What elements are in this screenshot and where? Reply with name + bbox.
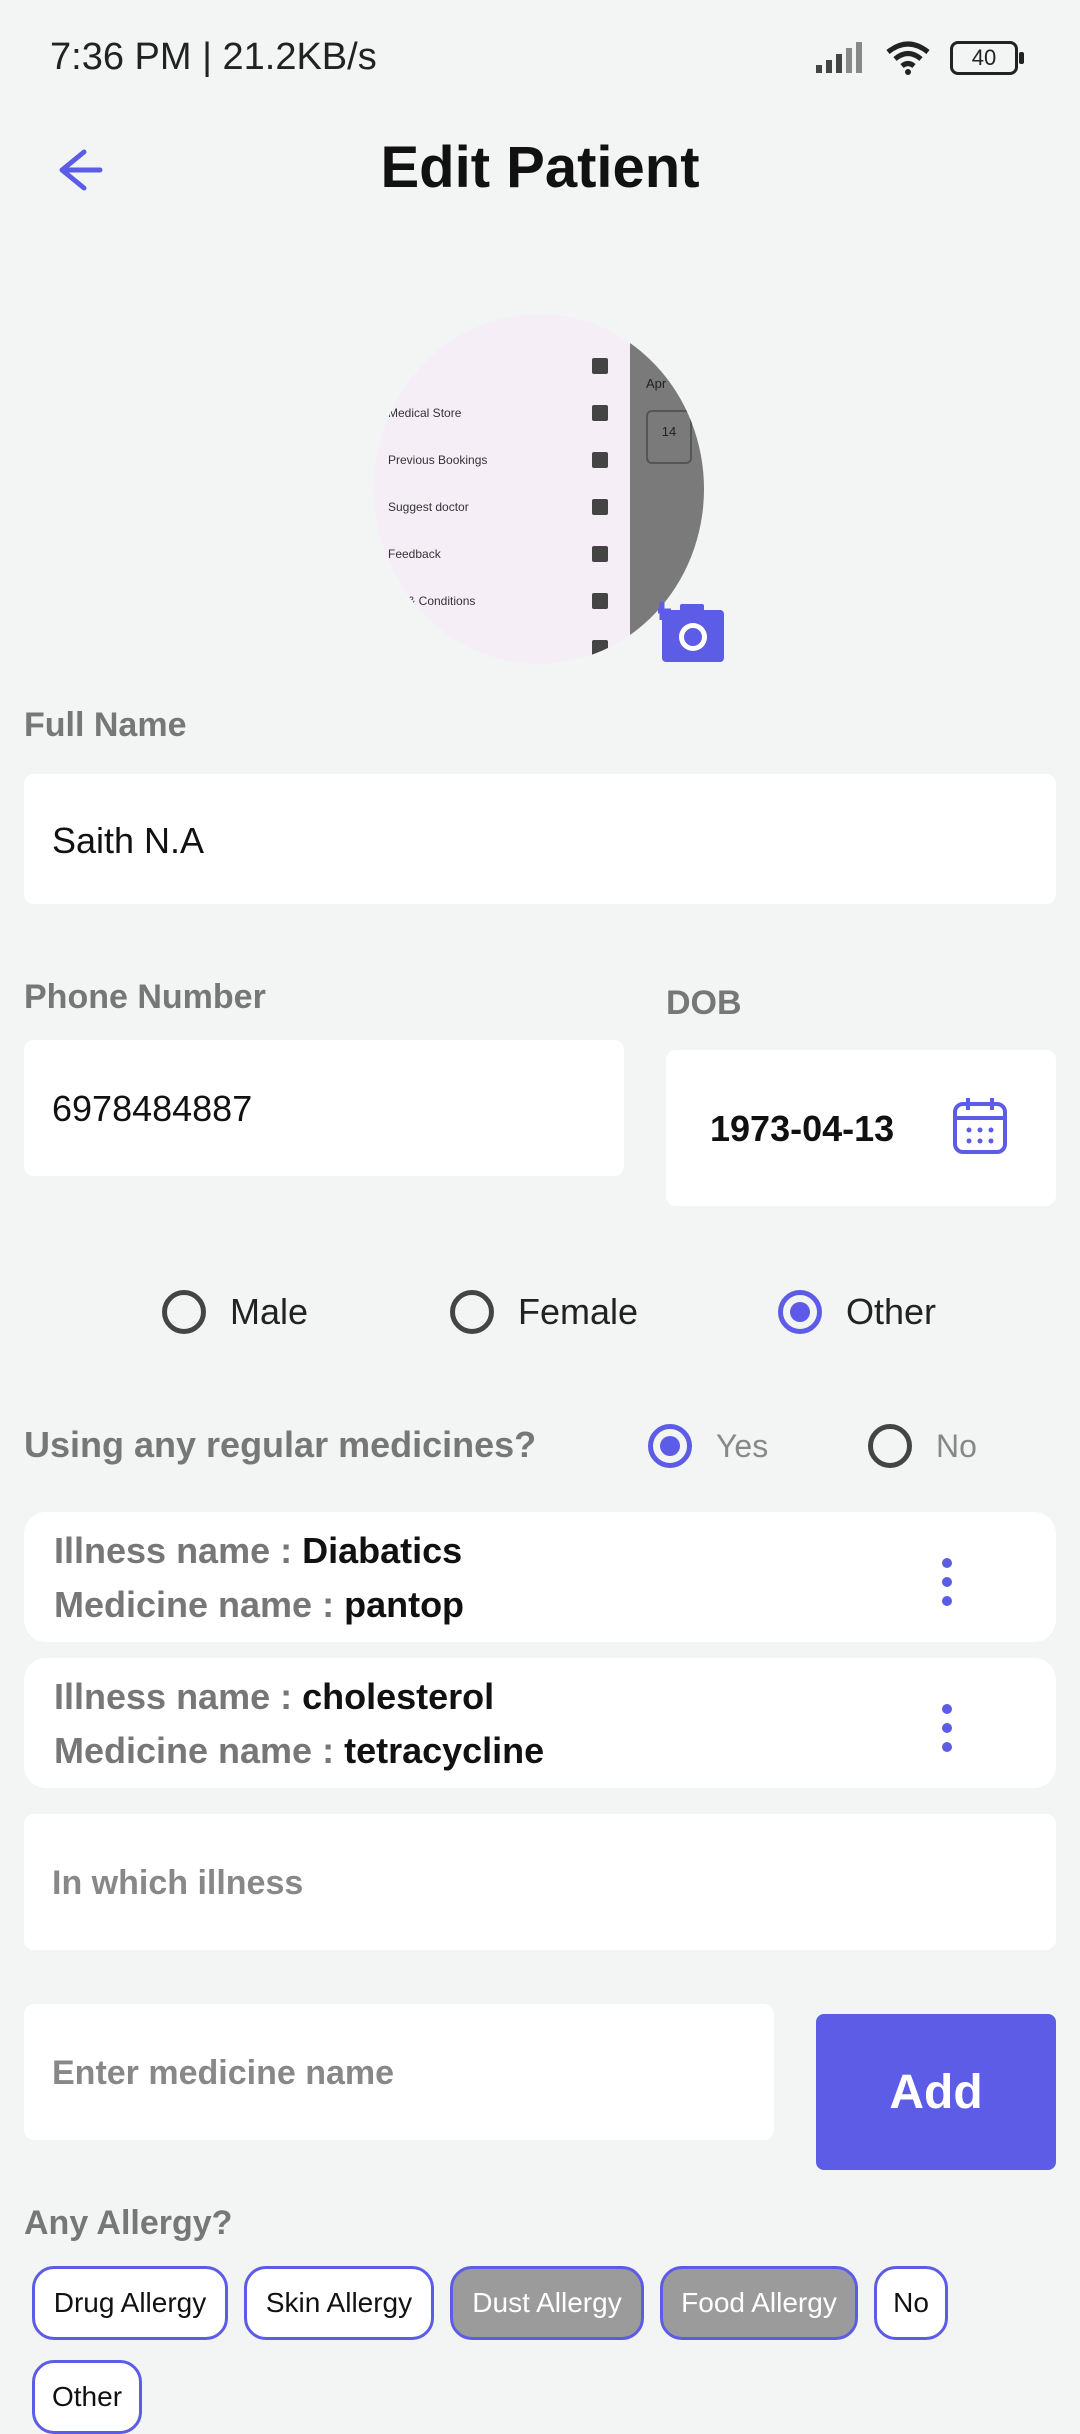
- calendar-icon[interactable]: [952, 1096, 1008, 1156]
- male-label: Male: [230, 1291, 309, 1332]
- gender-female[interactable]: Female: [450, 1290, 638, 1334]
- allergy-chip-other[interactable]: Other: [32, 2360, 142, 2434]
- preview-menu-item: Medical Store: [388, 406, 462, 420]
- medical-bag-icon: [592, 405, 608, 421]
- clipboard-icon: [592, 593, 608, 609]
- dob-value: 1973-04-13: [710, 1108, 895, 1149]
- no-label: No: [936, 1427, 977, 1464]
- medicines-yes[interactable]: Yes: [648, 1424, 768, 1468]
- wifi-icon: [886, 41, 930, 75]
- allergy-question: Any Allergy?: [24, 2204, 233, 2242]
- full-name-label: Full Name: [24, 706, 187, 744]
- illness-key: Illness name :: [54, 1530, 303, 1571]
- medicine-name-input[interactable]: Enter medicine name: [24, 2004, 774, 2140]
- full-name-field[interactable]: Saith N.A: [24, 774, 1056, 904]
- allergy-chip-no[interactable]: No: [874, 2266, 948, 2340]
- status-time: 7:36 PM | 21.2KB/s: [50, 36, 377, 78]
- preview-date: 14: [646, 410, 692, 464]
- flask-icon: [592, 358, 608, 374]
- preview-menu-item: Feedback: [388, 547, 441, 561]
- medicine-placeholder: Enter medicine name: [52, 2054, 395, 2092]
- medicine-card: Illness name : Diabatics Medicine name :…: [24, 1512, 1056, 1642]
- profile-photo[interactable]: Apr 14 Medical Store Previous Bookings S…: [374, 314, 704, 664]
- more-options-icon[interactable]: [942, 1704, 952, 1761]
- preview-menu-item: Previous Bookings: [388, 453, 488, 467]
- medicines-question: Using any regular medicines?: [24, 1424, 537, 1465]
- phone-value: 6978484887: [52, 1088, 253, 1129]
- dob-label: DOB: [666, 984, 742, 1022]
- add-photo-icon[interactable]: [658, 598, 726, 664]
- medicine-key: Medicine name :: [54, 1730, 345, 1771]
- male-radio[interactable]: [162, 1290, 206, 1334]
- illness-key: Illness name :: [54, 1676, 303, 1717]
- no-radio[interactable]: [868, 1424, 912, 1468]
- add-button[interactable]: Add: [816, 2014, 1056, 2170]
- preview-month: Apr: [646, 376, 667, 391]
- illness-input[interactable]: In which illness: [24, 1814, 1056, 1950]
- battery-level: 40: [971, 45, 997, 70]
- doctor-icon: [592, 499, 608, 515]
- phone-icon: [592, 452, 608, 468]
- female-radio[interactable]: [450, 1290, 494, 1334]
- yes-label: Yes: [716, 1427, 769, 1464]
- gender-male[interactable]: Male: [162, 1290, 308, 1334]
- medicine-key: Medicine name :: [54, 1584, 345, 1625]
- phone-field[interactable]: 6978484887: [24, 1040, 624, 1176]
- yes-radio[interactable]: [648, 1424, 692, 1468]
- signal-icon: [816, 42, 862, 73]
- illness-value: cholesterol: [302, 1676, 495, 1717]
- medicines-no[interactable]: No: [868, 1424, 977, 1468]
- status-icons: 40: [814, 40, 1024, 76]
- full-name-value: Saith N.A: [52, 820, 205, 861]
- allergy-chip-skin[interactable]: Skin Allergy: [244, 2266, 434, 2340]
- battery-icon: 40: [950, 41, 1024, 75]
- more-options-icon[interactable]: [942, 1558, 952, 1615]
- allergy-chip-dust[interactable]: Dust Allergy: [450, 2266, 644, 2340]
- edit-list-icon: [592, 546, 608, 562]
- illness-value: Diabatics: [302, 1530, 463, 1571]
- other-label: Other: [846, 1291, 937, 1332]
- illness-placeholder: In which illness: [52, 1864, 304, 1902]
- other-radio[interactable]: [778, 1290, 822, 1334]
- medicine-value: tetracycline: [344, 1730, 545, 1771]
- allergy-chip-drug[interactable]: Drug Allergy: [32, 2266, 228, 2340]
- dob-field[interactable]: 1973-04-13: [666, 1050, 1056, 1206]
- medicine-card: Illness name : cholesterol Medicine name…: [24, 1658, 1056, 1788]
- check-icon: [592, 640, 608, 656]
- allergy-chip-food[interactable]: Food Allergy: [660, 2266, 858, 2340]
- preview-menu-item: ms & Conditions: [388, 594, 476, 608]
- page-title: Edit Patient: [380, 135, 700, 200]
- medicine-value: pantop: [344, 1584, 465, 1625]
- preview-menu-item: Suggest doctor: [388, 500, 469, 514]
- phone-label: Phone Number: [24, 978, 266, 1016]
- female-label: Female: [518, 1291, 639, 1332]
- gender-other[interactable]: Other: [778, 1290, 936, 1334]
